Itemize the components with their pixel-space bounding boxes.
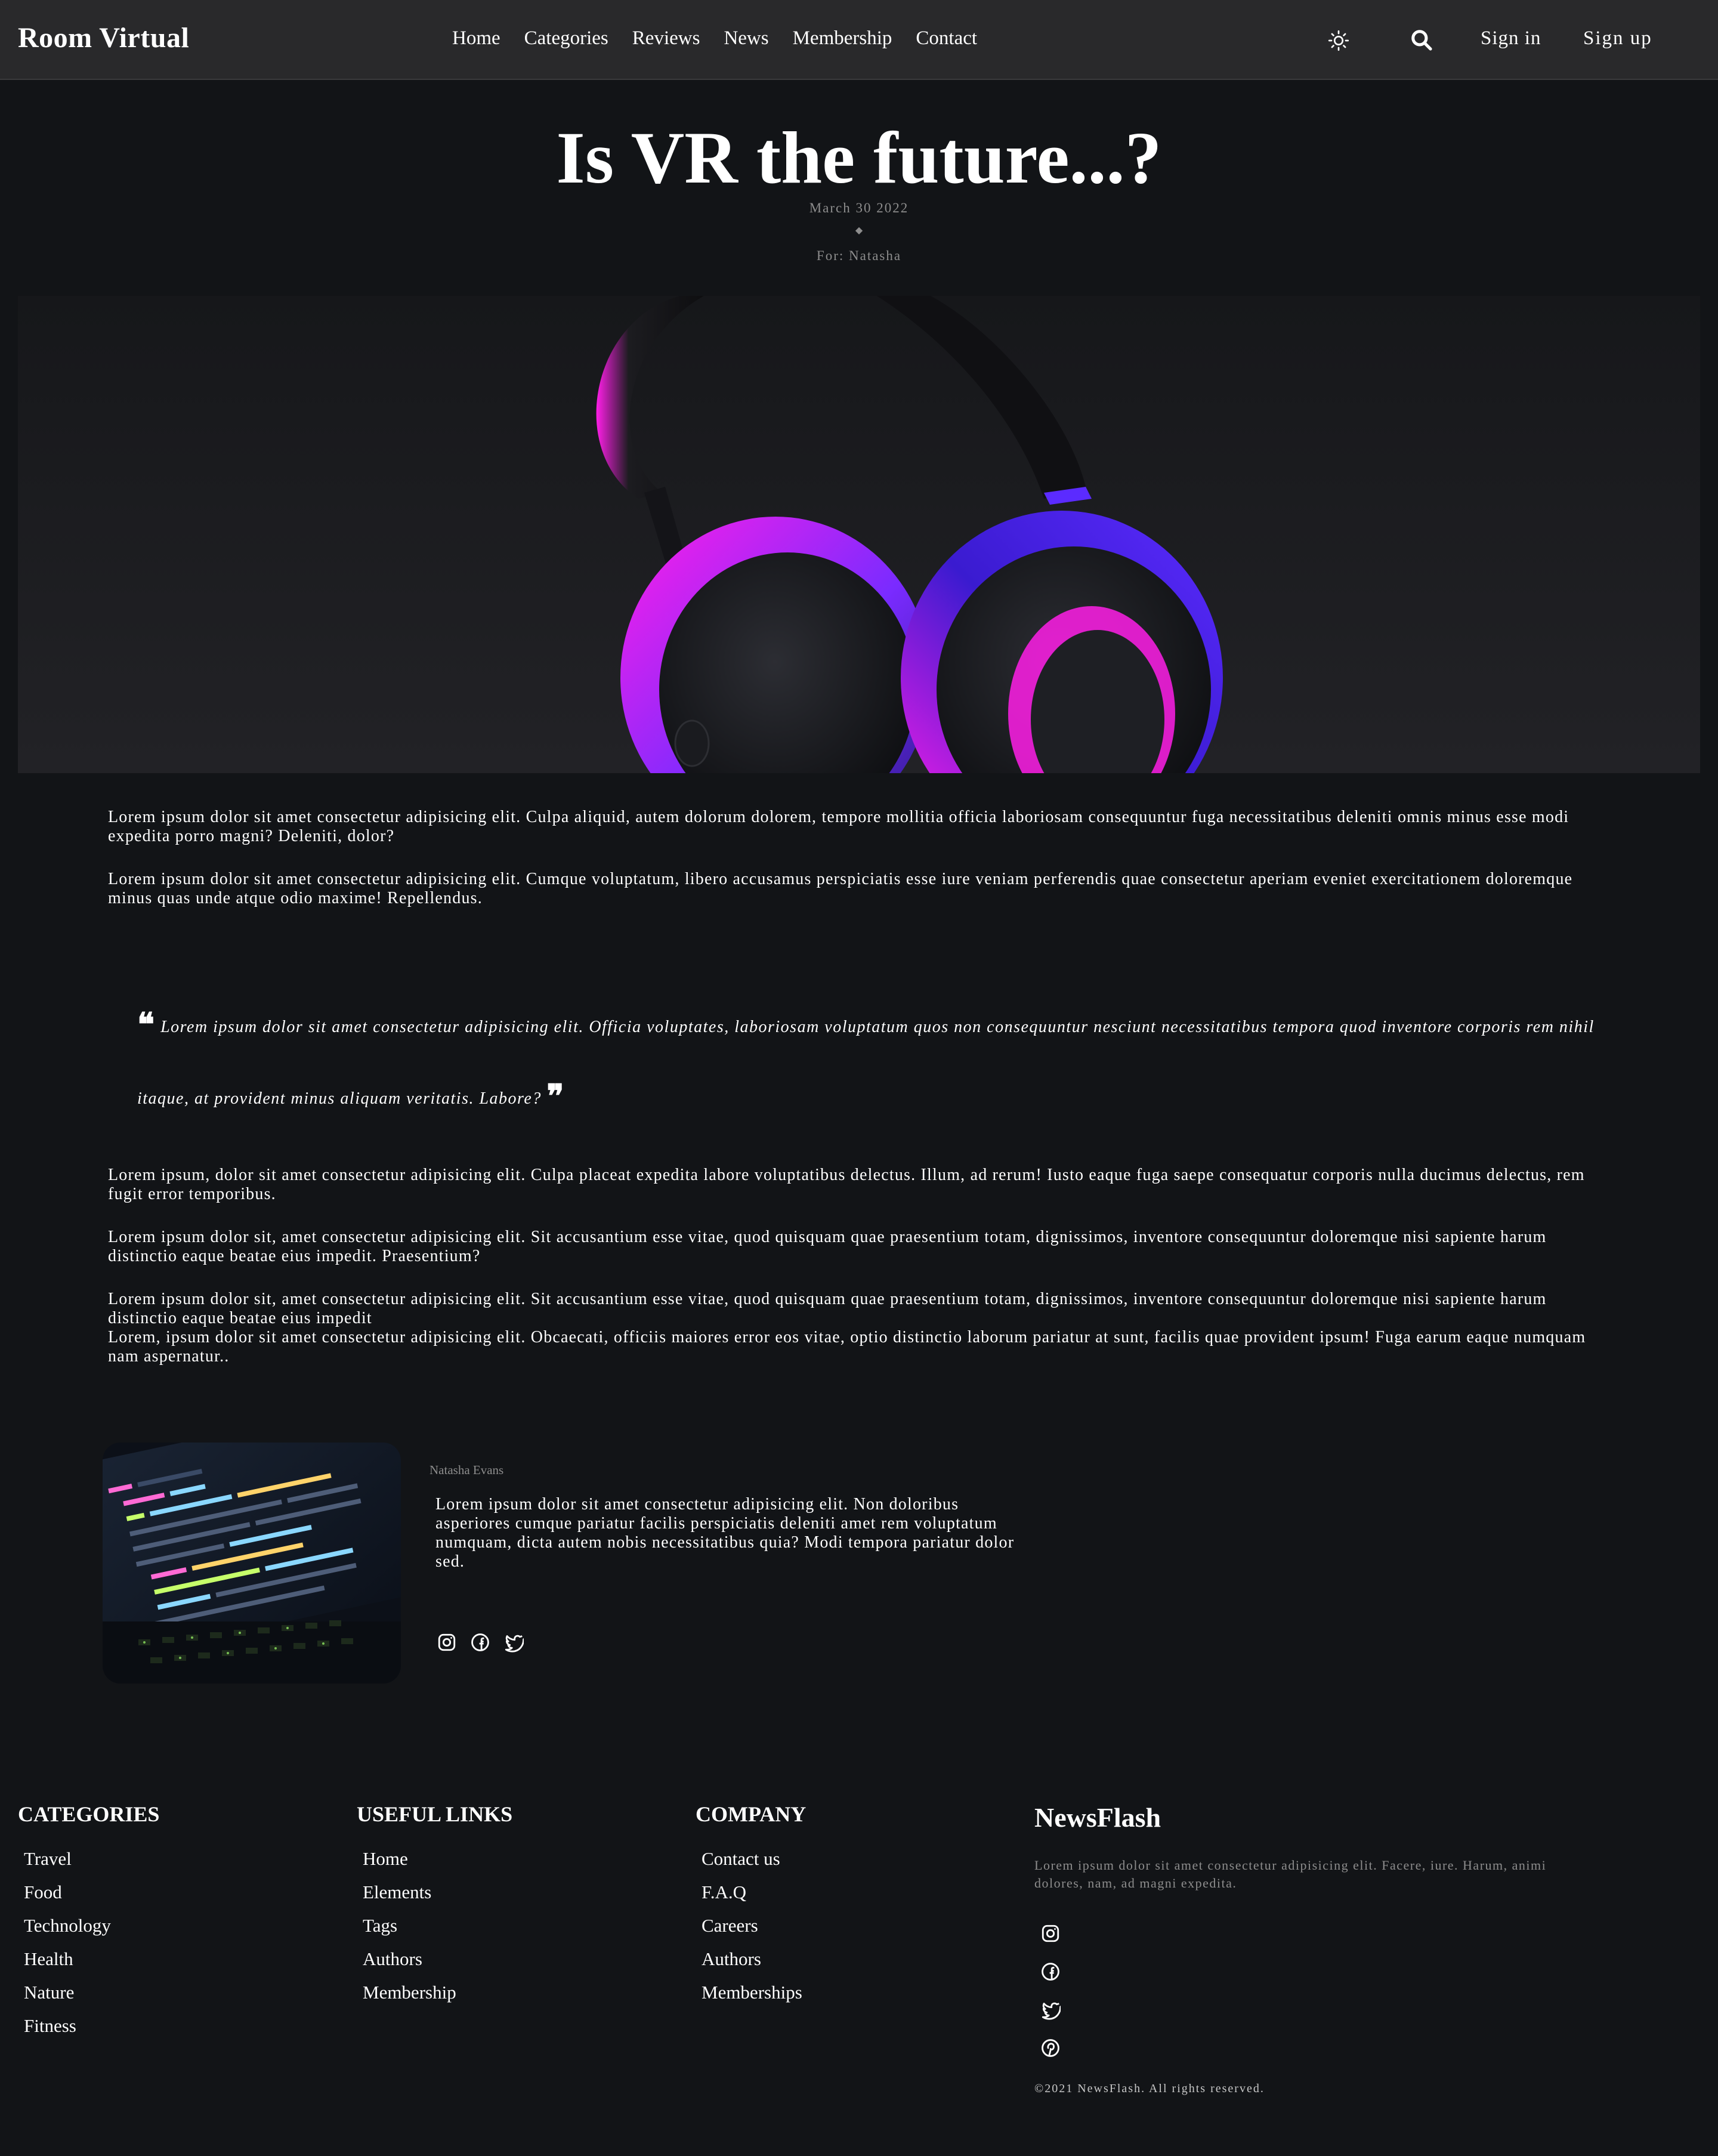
brand-logo[interactable]: Room Virtual bbox=[18, 21, 189, 54]
footer-link-nature[interactable]: Nature bbox=[24, 1976, 159, 2009]
author-bio: Lorem ipsum dolor sit amet consectetur a… bbox=[435, 1495, 1015, 1571]
code-laptop-image bbox=[103, 1443, 401, 1684]
footer-useful-links-title: USEFUL LINKS bbox=[357, 1802, 513, 1826]
pull-quote: ❝ Lorem ipsum dolor sit amet consectetur… bbox=[137, 990, 1599, 1133]
footer-link-travel[interactable]: Travel bbox=[24, 1842, 159, 1876]
newsflash-title: NewsFlash bbox=[1034, 1802, 1161, 1833]
pinterest-icon[interactable] bbox=[1040, 2038, 1061, 2058]
article-paragraph-1: Lorem ipsum dolor sit amet consectetur a… bbox=[108, 808, 1569, 845]
facebook-icon[interactable] bbox=[470, 1632, 490, 1652]
footer-company-title: COMPANY bbox=[696, 1802, 807, 1826]
vr-headphones-image bbox=[18, 296, 1700, 773]
nav-link-categories[interactable]: Categories bbox=[524, 27, 608, 50]
sun-icon[interactable] bbox=[1328, 30, 1349, 51]
author-name[interactable]: Natasha Evans bbox=[430, 1463, 503, 1478]
footer-link-home[interactable]: Home bbox=[363, 1842, 512, 1876]
footer-categories-title: CATEGORIES bbox=[18, 1802, 160, 1826]
nav-link-contact[interactable]: Contact bbox=[916, 27, 977, 50]
article-paragraph-4: Lorem ipsum dolor sit, amet consectetur … bbox=[108, 1228, 1547, 1265]
footer-link-food[interactable]: Food bbox=[24, 1876, 159, 1909]
footer-link-technology[interactable]: Technology bbox=[24, 1909, 159, 1942]
nav-link-membership[interactable]: Membership bbox=[793, 27, 892, 50]
top-navbar: Room Virtual Home Categories Reviews New… bbox=[0, 0, 1718, 80]
copyright-text: ©2021 NewsFlash. All rights reserved. bbox=[1034, 2082, 1265, 2095]
open-quote-icon: ❝ bbox=[137, 1007, 156, 1043]
article-paragraph-3: Lorem ipsum, dolor sit amet consectetur … bbox=[108, 1166, 1585, 1203]
footer-link-contact-us[interactable]: Contact us bbox=[702, 1842, 806, 1876]
nav-link-news[interactable]: News bbox=[724, 27, 768, 50]
post-title: Is VR the future...? bbox=[556, 117, 1162, 199]
diamond-separator-icon: ◆ bbox=[855, 226, 863, 236]
footer-useful-links: USEFUL LINKS Home Elements Tags Authors … bbox=[357, 1802, 512, 2009]
article-paragraph-6: Lorem, ipsum dolor sit amet consectetur … bbox=[108, 1328, 1586, 1366]
footer-link-health[interactable]: Health bbox=[24, 1942, 159, 1976]
footer-link-authors[interactable]: Authors bbox=[363, 1942, 512, 1976]
author-social-links bbox=[437, 1632, 537, 1652]
footer-link-faq[interactable]: F.A.Q bbox=[702, 1876, 806, 1909]
instagram-icon[interactable] bbox=[1040, 1923, 1061, 1944]
newsflash-social-links bbox=[1040, 1923, 1061, 2076]
newsflash-description: Lorem ipsum dolor sit amet consectetur a… bbox=[1034, 1858, 1547, 1891]
footer-link-memberships[interactable]: Memberships bbox=[702, 1976, 806, 2009]
post-author: For: Natasha bbox=[816, 248, 902, 263]
nav-link-home[interactable]: Home bbox=[452, 27, 500, 50]
footer-categories: CATEGORIES Travel Food Technology Health… bbox=[18, 1802, 159, 2043]
footer-link-careers[interactable]: Careers bbox=[702, 1909, 806, 1942]
twitter-icon[interactable] bbox=[1040, 2000, 1061, 2020]
sign-up-link[interactable]: Sign up bbox=[1583, 27, 1652, 50]
close-quote-icon: ❞ bbox=[546, 1079, 565, 1114]
footer-link-membership[interactable]: Membership bbox=[363, 1976, 512, 2009]
footer-link-elements[interactable]: Elements bbox=[363, 1876, 512, 1909]
pull-quote-text: Lorem ipsum dolor sit amet consectetur a… bbox=[137, 1018, 1595, 1108]
post-date: March 30 2022 bbox=[809, 200, 909, 215]
nav-links: Home Categories Reviews News Membership … bbox=[452, 27, 977, 50]
sign-in-link[interactable]: Sign in bbox=[1481, 27, 1541, 50]
instagram-icon[interactable] bbox=[437, 1632, 457, 1652]
footer-link-company-authors[interactable]: Authors bbox=[702, 1942, 806, 1976]
facebook-icon[interactable] bbox=[1040, 1962, 1061, 1982]
footer-link-tags[interactable]: Tags bbox=[363, 1909, 512, 1942]
twitter-icon[interactable] bbox=[503, 1632, 524, 1652]
article-paragraph-5: Lorem ipsum dolor sit, amet consectetur … bbox=[108, 1290, 1547, 1327]
footer-link-fitness[interactable]: Fitness bbox=[24, 2009, 159, 2043]
article-paragraph-2: Lorem ipsum dolor sit amet consectetur a… bbox=[108, 870, 1573, 907]
search-icon[interactable] bbox=[1410, 29, 1433, 51]
nav-link-reviews[interactable]: Reviews bbox=[632, 27, 700, 50]
footer-company: COMPANY Contact us F.A.Q Careers Authors… bbox=[696, 1802, 806, 2009]
